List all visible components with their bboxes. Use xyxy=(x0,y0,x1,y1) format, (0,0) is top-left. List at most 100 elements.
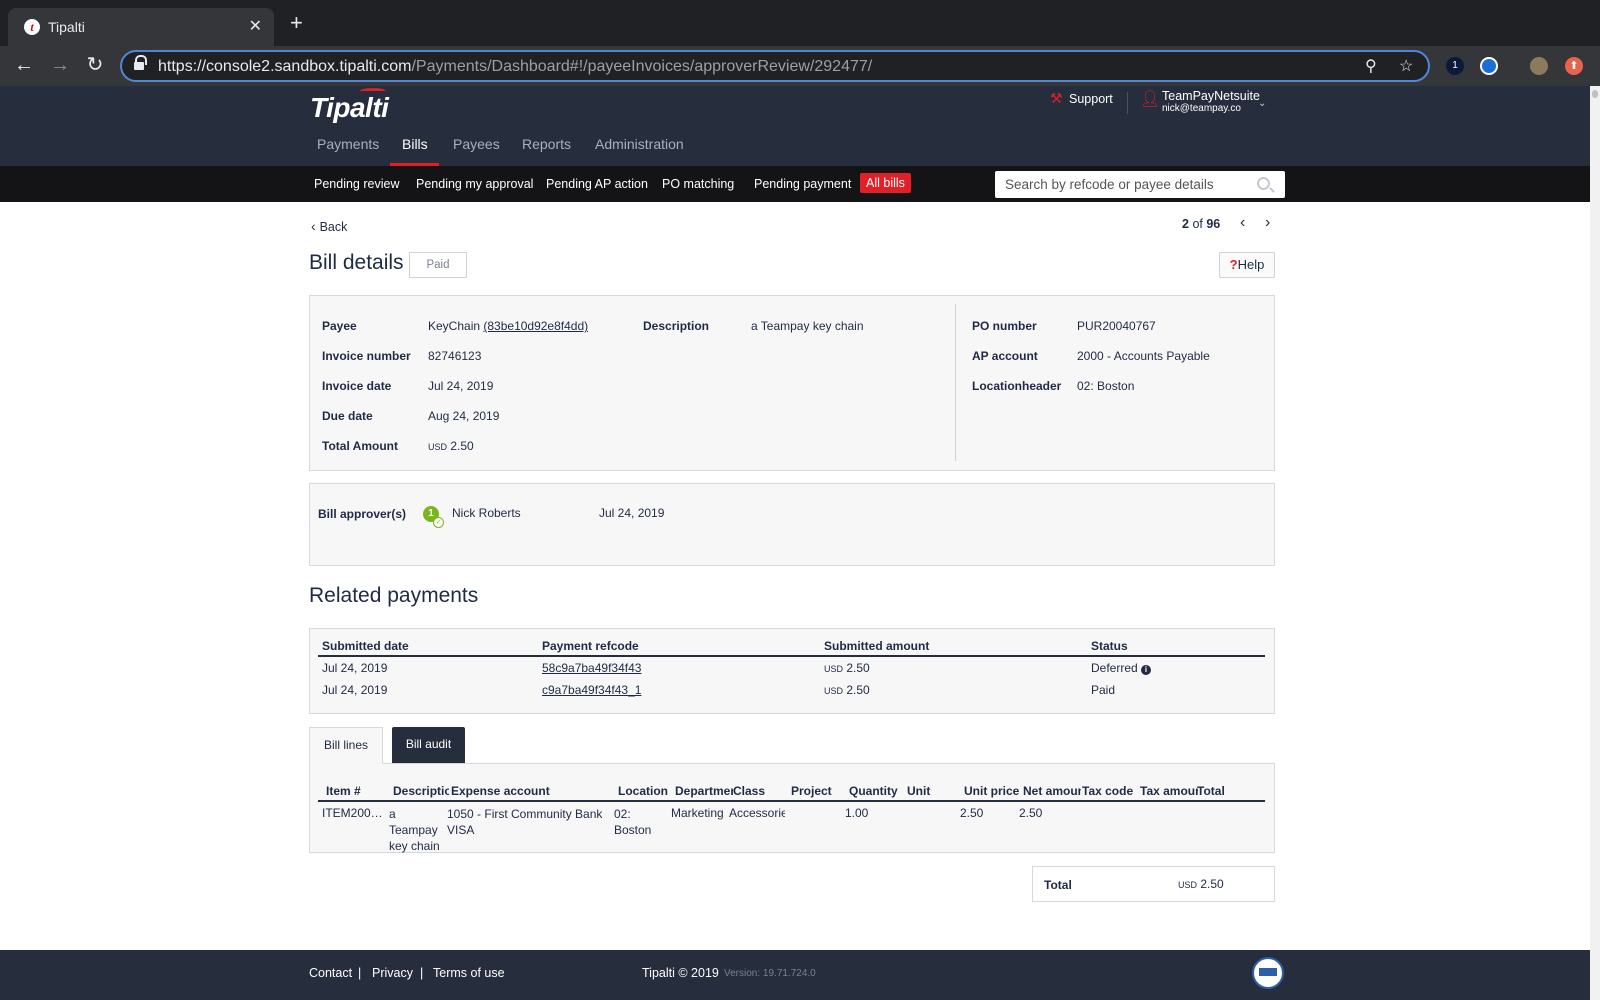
update-icon[interactable]: ⬆ xyxy=(1565,57,1583,75)
col-total[interactable]: Total xyxy=(1197,784,1225,798)
subnav-po-matching[interactable]: PO matching xyxy=(662,177,734,191)
col-tax-amount[interactable]: Tax amount xyxy=(1140,784,1198,798)
invoice-date-label: Invoice date xyxy=(322,379,392,393)
payment-refcode-link[interactable]: c9a7ba49f34f43_1 xyxy=(542,683,641,697)
browser-tabbar: t Tipalti ✕ + xyxy=(0,0,1600,46)
scrollbar-thumb[interactable] xyxy=(1592,90,1598,98)
nav-payments[interactable]: Payments xyxy=(317,136,379,152)
status-badge: Paid xyxy=(409,252,467,278)
total-label: Total xyxy=(1044,878,1072,892)
payment-status: Deferred i xyxy=(1091,661,1152,675)
user-icon[interactable]: 👤︎ xyxy=(1140,89,1160,109)
profile-avatar-icon[interactable] xyxy=(1530,57,1548,75)
next-bill-icon[interactable]: › xyxy=(1265,214,1270,232)
nav-administration[interactable]: Administration xyxy=(595,136,684,152)
extension-info-icon[interactable] xyxy=(1480,57,1498,75)
search-box xyxy=(995,171,1285,198)
help-button[interactable]: ?Help xyxy=(1219,252,1275,278)
approvers-label: Bill approver(s) xyxy=(318,507,407,521)
zoom-icon[interactable]: ⚲ xyxy=(1365,56,1377,76)
payment-refcode-link[interactable]: 58c9a7ba49f34f43 xyxy=(542,661,641,675)
due-date-value: Aug 24, 2019 xyxy=(428,409,500,423)
col-location[interactable]: Location xyxy=(618,784,668,798)
search-icon[interactable] xyxy=(1257,177,1270,190)
footer-terms-link[interactable]: Terms of use xyxy=(433,966,505,980)
col-submitted-amount[interactable]: Submitted amount xyxy=(824,639,929,653)
footer-contact-link[interactable]: Contact xyxy=(309,966,352,980)
po-number-label: PO number xyxy=(972,319,1037,333)
back-arrow-icon[interactable]: ← xyxy=(12,54,36,78)
payee-id-link[interactable]: (83be10d92e8f4dd) xyxy=(483,319,588,333)
tab-bill-lines[interactable]: Bill lines xyxy=(309,727,383,764)
line-item-number: ITEM200… xyxy=(322,806,383,820)
forward-arrow-icon[interactable]: → xyxy=(48,54,72,78)
col-submitted-date[interactable]: Submitted date xyxy=(322,639,409,653)
related-payments-table: Submitted date Payment refcode Submitted… xyxy=(309,628,1275,714)
line-location: 02: Boston xyxy=(614,807,652,837)
col-unit-price[interactable]: Unit price xyxy=(964,784,1019,798)
subnav-pending-payment[interactable]: Pending payment xyxy=(754,177,851,191)
subnav-pending-my-approval[interactable]: Pending my approval xyxy=(416,177,533,191)
reload-icon[interactable]: ↻ xyxy=(83,54,107,78)
col-expense-account[interactable]: Expense account xyxy=(451,784,550,798)
col-payment-refcode[interactable]: Payment refcode xyxy=(542,639,639,653)
user-name[interactable]: TeamPayNetsuite xyxy=(1162,89,1260,103)
browser-tab[interactable]: t Tipalti ✕ xyxy=(8,8,274,46)
page-scrollbar[interactable] xyxy=(1590,86,1600,1000)
col-tax-code[interactable]: Tax code xyxy=(1082,784,1133,798)
back-link[interactable]: ‹ Back xyxy=(311,218,347,234)
close-tab-icon[interactable]: ✕ xyxy=(249,16,262,36)
extension-onepassword-icon[interactable]: 1 xyxy=(1446,57,1464,75)
approvers-panel: Bill approver(s) 1 ✓ Nick Roberts Jul 24… xyxy=(309,483,1275,566)
ap-account-value: 2000 - Accounts Payable xyxy=(1077,349,1210,363)
payment-status: Paid xyxy=(1091,683,1116,697)
footer-copyright: Tipalti © 2019 xyxy=(642,966,719,980)
line-expense-account: 1050 - First Community Bank VISA xyxy=(447,807,603,837)
nav-payees[interactable]: Payees xyxy=(453,136,500,152)
address-bar[interactable]: https://console2.sandbox.tipalti.com/Pay… xyxy=(120,50,1430,82)
col-item[interactable]: Item # xyxy=(326,784,361,798)
wrench-icon[interactable]: ⚒ xyxy=(1050,90,1066,106)
col-unit[interactable]: Unit xyxy=(907,784,930,798)
invoice-date-value: Jul 24, 2019 xyxy=(428,379,494,393)
tab-bill-audit[interactable]: Bill audit xyxy=(392,727,465,763)
invoice-number-label: Invoice number xyxy=(322,349,411,363)
due-date-label: Due date xyxy=(322,409,373,423)
tipalti-favicon-icon: t xyxy=(24,19,40,35)
bookmark-star-icon[interactable]: ☆ xyxy=(1399,56,1413,76)
tipalti-logo[interactable]: Tipalti xyxy=(310,92,389,124)
po-number-value: PUR20040767 xyxy=(1077,319,1156,333)
browser-tab-title: Tipalti xyxy=(48,19,85,35)
line-net-amount: 2.50 xyxy=(1019,806,1043,820)
footer-privacy-link[interactable]: Privacy xyxy=(372,966,413,980)
subnav-all-bills[interactable]: All bills xyxy=(860,173,911,193)
nav-bills[interactable]: Bills xyxy=(402,136,428,152)
info-icon[interactable]: i xyxy=(1141,665,1152,675)
col-project[interactable]: Project xyxy=(791,784,832,798)
subnav-pending-review[interactable]: Pending review xyxy=(314,177,399,191)
approval-date: Jul 24, 2019 xyxy=(599,506,665,520)
col-class[interactable]: Class xyxy=(733,784,765,798)
total-amount-label: Total Amount xyxy=(322,439,398,453)
chevron-down-icon[interactable]: ⌄ xyxy=(1258,98,1266,109)
search-input[interactable] xyxy=(995,171,1245,198)
col-description[interactable]: Description xyxy=(393,784,449,798)
line-quantity: 1.00 xyxy=(845,806,869,820)
payment-date: Jul 24, 2019 xyxy=(322,683,388,697)
subnav-pending-ap-action[interactable]: Pending AP action xyxy=(546,177,648,191)
support-link[interactable]: Support xyxy=(1069,92,1113,106)
footer-separator: | xyxy=(358,966,362,980)
ap-account-label: AP account xyxy=(972,349,1038,363)
col-net-amount[interactable]: Net amount xyxy=(1023,784,1081,798)
col-quantity[interactable]: Quantity xyxy=(849,784,898,798)
line-department: Marketing xyxy=(671,806,724,820)
line-class: Accessories xyxy=(729,806,785,820)
col-status[interactable]: Status xyxy=(1091,639,1128,653)
description-value: a Teampay key chain xyxy=(751,319,864,333)
description-label: Description xyxy=(643,319,710,333)
bill-details-panel: Payee KeyChain (83be10d92e8f4dd) Invoice… xyxy=(309,295,1275,471)
new-tab-icon[interactable]: + xyxy=(290,12,303,34)
col-department[interactable]: Department xyxy=(675,784,733,798)
nav-reports[interactable]: Reports xyxy=(522,136,571,152)
prev-bill-icon[interactable]: ‹ xyxy=(1240,214,1245,232)
